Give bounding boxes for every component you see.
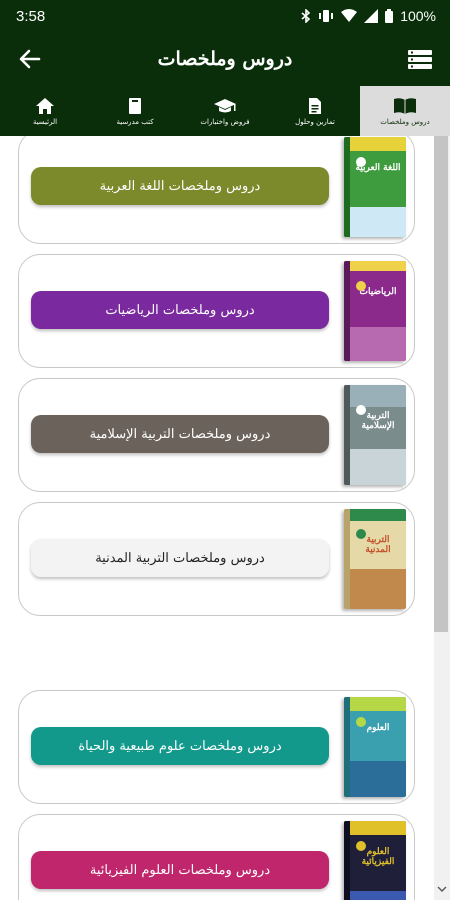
book-cover-title: التربية المدنية: [365, 535, 391, 555]
tab-lessons[interactable]: دروس وملخصات: [360, 86, 450, 136]
arrow-left-icon: [19, 49, 41, 69]
screen: 3:58 100% دروس وملخصات الرئيسية كتب مدرس…: [0, 0, 450, 900]
subject-card-arabic[interactable]: دروس وملخصات اللغة العربية اللغة العربية: [18, 136, 415, 244]
signal-icon: [364, 9, 379, 23]
subject-button-islamic[interactable]: دروس وملخصات التربية الإسلامية: [31, 415, 329, 453]
book-cover-title: الرياضيات: [359, 287, 397, 297]
bluetooth-icon: [301, 9, 311, 23]
book-icon: [129, 97, 141, 114]
back-button[interactable]: [14, 43, 46, 75]
graduation-cap-icon: [214, 98, 236, 112]
subject-button-natural-science[interactable]: دروس وملخصات علوم طبيعية والحياة: [31, 727, 329, 765]
chevron-down-icon[interactable]: [437, 884, 447, 894]
book-cover-math: الرياضيات: [344, 261, 406, 361]
book-cover-arabic: اللغة العربية: [344, 137, 406, 237]
subject-card-civic[interactable]: دروس وملخصات التربية المدنية التربية الم…: [18, 502, 415, 616]
document-icon: [309, 97, 321, 114]
book-cover-title: التربية الإسلامية: [361, 411, 395, 431]
subject-card-islamic[interactable]: دروس وملخصات التربية الإسلامية التربية ا…: [18, 378, 415, 492]
subject-button-math[interactable]: دروس وملخصات الرياضيات: [31, 291, 329, 329]
tab-label: دروس وملخصات: [380, 117, 430, 126]
book-cover-natural-science: العلوم: [344, 697, 406, 797]
open-book-icon: [394, 97, 416, 114]
tab-label: تمارين وحلول: [295, 117, 335, 126]
menu-button[interactable]: [404, 43, 436, 75]
subject-card-physics[interactable]: دروس وملخصات العلوم الفيزيائية العلوم ال…: [18, 814, 415, 900]
home-icon: [36, 97, 54, 114]
tab-bar: الرئيسية كتب مدرسية فروض واختبارات تماري…: [0, 86, 450, 136]
subject-card-math[interactable]: دروس وملخصات الرياضيات الرياضيات: [18, 254, 415, 368]
subject-card-natural-science[interactable]: دروس وملخصات علوم طبيعية والحياة العلوم: [18, 690, 415, 804]
status-bar: 3:58 100%: [0, 0, 450, 32]
book-cover-civic: التربية المدنية: [344, 509, 406, 609]
tab-label: الرئيسية: [32, 117, 58, 126]
tab-exercises[interactable]: تمارين وحلول: [270, 86, 360, 136]
app-bar: دروس وملخصات: [0, 32, 450, 86]
subject-button-arabic[interactable]: دروس وملخصات اللغة العربية: [31, 167, 329, 205]
list-menu-icon: [408, 50, 432, 69]
book-cover-physics: العلوم الفيزيائية: [344, 821, 406, 900]
book-cover-title: العلوم: [366, 723, 390, 733]
scrollbar-thumb[interactable]: [434, 136, 448, 632]
tab-exams[interactable]: فروض واختبارات: [180, 86, 270, 136]
status-icons: 100%: [301, 8, 436, 24]
subject-list[interactable]: دروس وملخصات اللغة العربية اللغة العربية…: [0, 136, 450, 900]
tab-textbooks[interactable]: كتب مدرسية: [90, 86, 180, 136]
subject-button-physics[interactable]: دروس وملخصات العلوم الفيزيائية: [31, 851, 329, 889]
tab-home[interactable]: الرئيسية: [0, 86, 90, 136]
tab-label: كتب مدرسية: [116, 117, 154, 126]
battery-percent: 100%: [400, 8, 436, 24]
wifi-icon: [341, 9, 358, 23]
status-time: 3:58: [16, 7, 46, 25]
book-cover-title: اللغة العربية: [355, 163, 401, 173]
tab-label: فروض واختبارات: [200, 117, 250, 126]
book-cover-title: العلوم الفيزيائية: [361, 847, 395, 867]
book-cover-islamic: التربية الإسلامية: [344, 385, 406, 485]
page-title: دروس وملخصات: [157, 48, 293, 70]
vibrate-icon: [318, 9, 334, 23]
subject-button-civic[interactable]: دروس وملخصات التربية المدنية: [31, 539, 329, 577]
battery-icon: [385, 9, 394, 23]
